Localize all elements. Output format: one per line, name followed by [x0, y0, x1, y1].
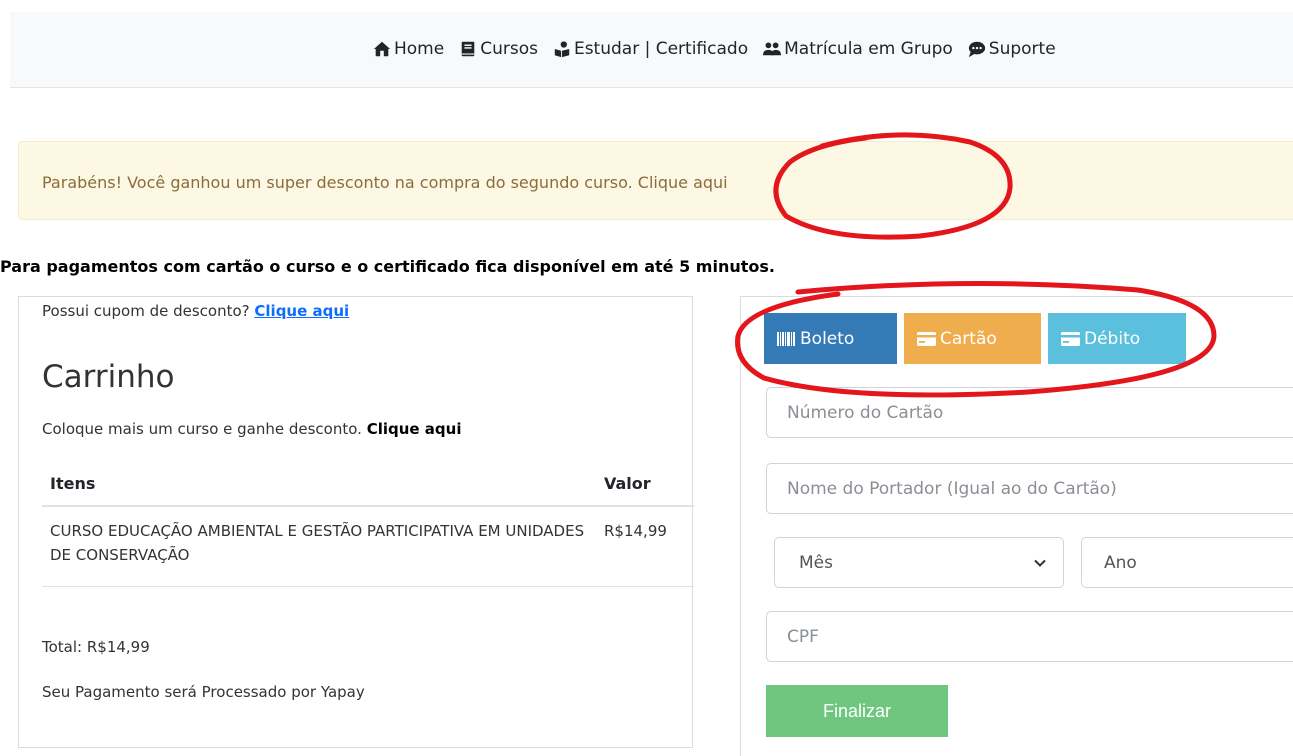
item-price: R$14,99 — [604, 522, 667, 540]
card-holder-field[interactable] — [766, 463, 1293, 514]
card-number-field[interactable] — [766, 387, 1293, 438]
alert-text: Parabéns! Você ganhou um super desconto … — [42, 173, 638, 192]
coupon-text: Possui cupom de desconto? — [42, 302, 255, 320]
nav-home-label: Home — [394, 39, 445, 59]
nav-suporte-label: Suporte — [988, 39, 1056, 59]
payment-panel: Boleto Cartão Débito Mês Ano Finalizar — [740, 296, 1293, 756]
chevron-down-icon — [1034, 557, 1046, 569]
nav-suporte[interactable]: Suporte — [968, 39, 1056, 59]
column-header-items: Itens — [50, 474, 96, 493]
book-icon — [459, 40, 477, 58]
student-icon — [553, 40, 571, 58]
year-select-value: Ano — [1104, 553, 1137, 573]
tab-boleto[interactable]: Boleto — [764, 313, 897, 364]
card-number-input[interactable] — [767, 388, 1293, 437]
payment-processor-note: Seu Pagamento será Processado por Yapay — [42, 683, 365, 701]
month-select[interactable]: Mês — [774, 537, 1064, 588]
card-holder-input[interactable] — [767, 464, 1293, 513]
cpf-input[interactable] — [767, 612, 1293, 661]
group-icon — [763, 40, 782, 58]
coupon-link[interactable]: Clique aqui — [254, 302, 349, 320]
cart-promo-text: Coloque mais um curso e ganhe desconto. — [42, 420, 367, 438]
nav-estudar-certificado[interactable]: Estudar | Certificado — [553, 39, 748, 59]
discount-alert: Parabéns! Você ganhou um super desconto … — [18, 141, 1293, 220]
column-header-value: Valor — [604, 474, 651, 493]
chat-icon — [968, 40, 986, 58]
table-row: CURSO EDUCAÇÃO AMBIENTAL E GESTÃO PARTIC… — [42, 507, 694, 587]
nav-cursos-label: Cursos — [480, 39, 538, 59]
nav-matricula-label: Matrícula em Grupo — [784, 39, 953, 59]
tab-boleto-label: Boleto — [800, 328, 855, 349]
item-name: CURSO EDUCAÇÃO AMBIENTAL E GESTÃO PARTIC… — [50, 522, 585, 564]
tab-cartao-label: Cartão — [940, 328, 997, 349]
coupon-line: Possui cupom de desconto? Clique aqui — [42, 302, 349, 320]
tab-debito[interactable]: Débito — [1048, 313, 1186, 364]
nav-cursos[interactable]: Cursos — [459, 39, 538, 59]
nav-matricula-grupo[interactable]: Matrícula em Grupo — [763, 39, 953, 59]
month-select-value: Mês — [799, 553, 833, 573]
cart-total: Total: R$14,99 — [42, 638, 150, 656]
cpf-field[interactable] — [766, 611, 1293, 662]
payment-note: Para pagamentos com cartão o curso e o c… — [0, 257, 775, 276]
alert-message: Parabéns! Você ganhou um super desconto … — [42, 173, 728, 192]
tab-debito-label: Débito — [1084, 328, 1141, 349]
home-icon — [373, 40, 391, 58]
year-select[interactable]: Ano — [1081, 537, 1293, 588]
payment-method-tabs: Boleto Cartão Débito — [764, 313, 1193, 364]
finalize-button[interactable]: Finalizar — [766, 685, 948, 737]
credit-card-icon — [1061, 331, 1080, 346]
cart-table: Itens Valor CURSO EDUCAÇÃO AMBIENTAL E G… — [42, 460, 694, 587]
cart-title: Carrinho — [42, 359, 175, 395]
nav-home[interactable]: Home — [373, 39, 444, 59]
top-navbar: Home Cursos Estudar | Certificado Matríc… — [10, 12, 1293, 88]
credit-card-icon — [917, 331, 936, 346]
tab-cartao[interactable]: Cartão — [904, 313, 1041, 364]
cart-promo: Coloque mais um curso e ganhe desconto. … — [42, 420, 462, 438]
nav-estudar-label: Estudar | Certificado — [573, 39, 749, 59]
cart-panel: Possui cupom de desconto? Clique aqui Ca… — [18, 296, 694, 748]
alert-link[interactable]: Clique aqui — [638, 173, 728, 192]
barcode-icon — [777, 331, 796, 346]
nav-links: Home Cursos Estudar | Certificado Matríc… — [373, 39, 1056, 59]
cart-promo-link[interactable]: Clique aqui — [367, 420, 462, 438]
cart-table-header: Itens Valor — [42, 460, 694, 507]
